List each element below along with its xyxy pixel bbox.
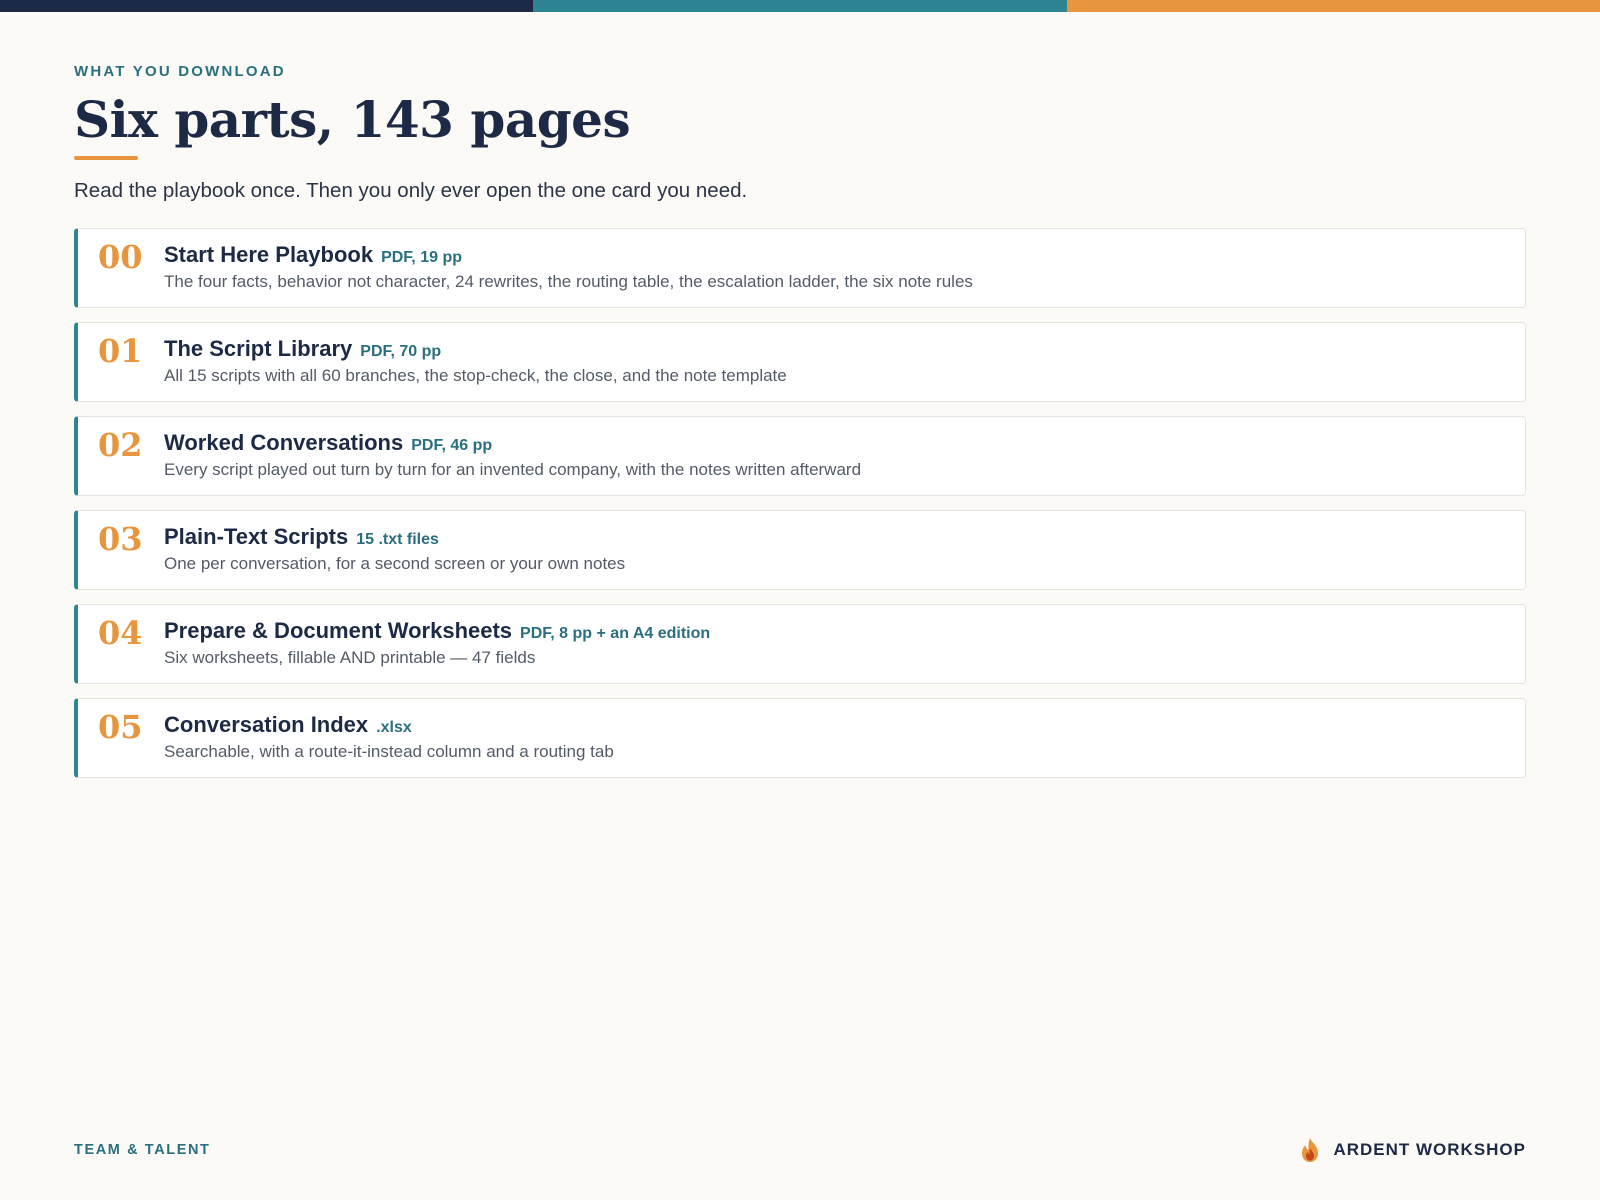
item-format: .xlsx: [376, 719, 412, 736]
accent-bar-teal: [533, 0, 1067, 12]
item-format: PDF, 70 pp: [360, 343, 442, 360]
item-description: Every script played out turn by turn for…: [164, 460, 862, 479]
item-number: 03: [98, 520, 143, 558]
download-item-conversation-index[interactable]: 05 Conversation Index .xlsx Searchable, w…: [74, 698, 1526, 778]
item-heading: Conversation Index .xlsx: [164, 712, 412, 738]
item-number: 01: [98, 332, 143, 370]
item-heading: Worked Conversations PDF, 46 pp: [164, 430, 492, 456]
download-item-playbook[interactable]: 00 Start Here Playbook PDF, 19 pp The fou…: [74, 228, 1526, 308]
title-underline: [74, 156, 138, 160]
item-number: 02: [98, 426, 143, 464]
item-number: 00: [98, 238, 143, 276]
item-title: Start Here Playbook: [164, 242, 374, 267]
item-title: Plain-Text Scripts: [164, 524, 349, 549]
download-item-plain-text-scripts[interactable]: 03 Plain-Text Scripts 15 .txt files One p…: [74, 510, 1526, 590]
download-list: 00 Start Here Playbook PDF, 19 pp The fou…: [74, 228, 1526, 792]
item-title: The Script Library: [164, 336, 353, 361]
section-eyebrow: WHAT YOU DOWNLOAD: [74, 63, 286, 80]
item-format: 15 .txt files: [356, 531, 439, 548]
item-format: PDF, 8 pp + an A4 edition: [520, 625, 711, 642]
item-title: Prepare & Document Worksheets: [164, 618, 513, 643]
item-number: 05: [98, 708, 143, 746]
item-title: Worked Conversations: [164, 430, 404, 455]
item-description: All 15 scripts with all 60 branches, the…: [164, 366, 787, 385]
item-number: 04: [98, 614, 143, 652]
item-description: The four facts, behavior not character, …: [164, 272, 973, 291]
item-heading: The Script Library PDF, 70 pp: [164, 336, 441, 362]
item-title: Conversation Index: [164, 712, 369, 737]
item-format: PDF, 19 pp: [381, 249, 462, 266]
top-accent-bar: [0, 0, 1600, 12]
brand-name: ARDENT WORKSHOP: [1333, 1140, 1526, 1159]
page-subtitle: Read the playbook once. Then you only ev…: [74, 179, 748, 202]
item-heading: Start Here Playbook PDF, 19 pp: [164, 242, 462, 268]
page-title: Six parts, 143 pages: [74, 90, 631, 149]
item-heading: Plain-Text Scripts 15 .txt files: [164, 524, 439, 550]
footer-brand: ARDENT WORKSHOP: [1299, 1137, 1526, 1163]
download-item-worksheets[interactable]: 04 Prepare & Document Worksheets PDF, 8 p…: [74, 604, 1526, 684]
accent-bar-navy: [0, 0, 534, 12]
item-description: Six worksheets, fillable AND printable —…: [164, 648, 536, 667]
item-description: Searchable, with a route-it-instead colu…: [164, 742, 614, 761]
item-description: One per conversation, for a second scree…: [164, 554, 626, 573]
flame-icon: [1299, 1137, 1321, 1163]
item-heading: Prepare & Document Worksheets PDF, 8 pp +…: [164, 618, 710, 644]
download-item-script-library[interactable]: 01 The Script Library PDF, 70 pp All 15 s…: [74, 322, 1526, 402]
footer-category: TEAM & TALENT: [74, 1142, 211, 1158]
item-format: PDF, 46 pp: [411, 437, 493, 454]
download-item-worked-conversations[interactable]: 02 Worked Conversations PDF, 46 pp Every …: [74, 416, 1526, 496]
accent-bar-orange: [1066, 0, 1600, 12]
